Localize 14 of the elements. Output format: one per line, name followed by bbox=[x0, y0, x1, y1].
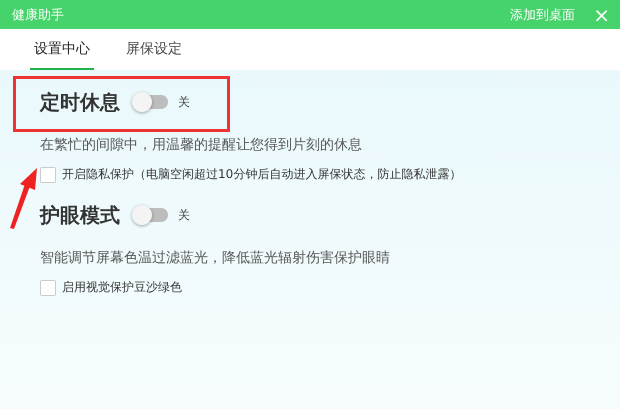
toggle-switch[interactable] bbox=[134, 208, 168, 222]
section-title: 护眼模式 bbox=[40, 202, 120, 228]
checkbox[interactable] bbox=[40, 166, 56, 182]
checkbox[interactable] bbox=[40, 280, 56, 296]
checkbox-label: 启用视觉保护豆沙绿色 bbox=[62, 279, 182, 296]
section-title: 定时休息 bbox=[40, 88, 120, 116]
toggle-state-label: 关 bbox=[178, 206, 190, 224]
checkbox-label: 开启隐私保护（电脑空闲超过10分钟后自动进入屏保状态，防止隐私泄露） bbox=[62, 166, 462, 183]
toggle-state-label: 关 bbox=[178, 94, 190, 110]
window-title: 健康助手 bbox=[12, 6, 65, 24]
section-description: 在繁忙的间隙中，用温馨的提醒让您得到片刻的休息 bbox=[40, 136, 363, 154]
tab[interactable]: 屏保设定 bbox=[122, 29, 186, 70]
toggle-switch[interactable] bbox=[134, 95, 168, 109]
section-description: 智能调节屏幕色温过滤蓝光，降低蓝光辐射伤害保护眼睛 bbox=[40, 249, 391, 267]
